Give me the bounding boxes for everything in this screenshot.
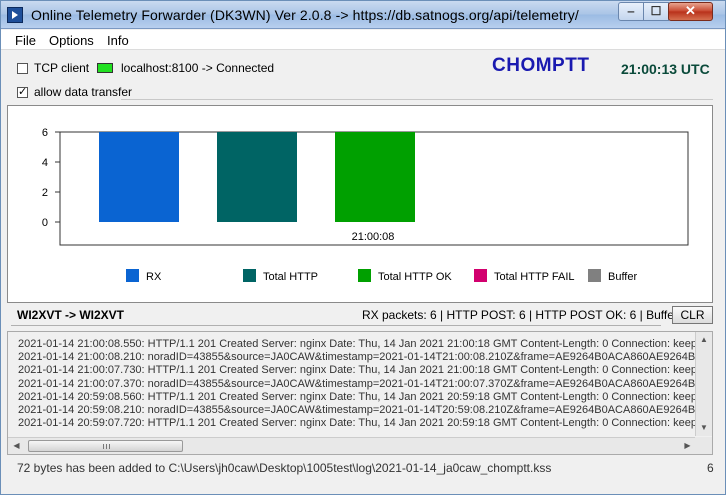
satellite-name: CHOMPTT bbox=[492, 55, 590, 76]
tcp-client-label: TCP client bbox=[34, 61, 90, 75]
menu-options[interactable]: Options bbox=[49, 33, 94, 48]
legend-label: Total HTTP bbox=[263, 271, 318, 283]
allow-transfer-label: allow data transfer bbox=[34, 85, 133, 99]
maximize-icon: ☐ bbox=[650, 4, 662, 18]
status-count: 6 bbox=[707, 461, 714, 475]
packet-counts: RX packets: 6 | HTTP POST: 6 | HTTP POST… bbox=[362, 308, 692, 322]
minimize-button[interactable]: ‒ bbox=[618, 2, 644, 21]
utc-clock: 21:00:13 UTC bbox=[621, 61, 710, 77]
app-window: Online Telemetry Forwarder (DK3WN) Ver 2… bbox=[0, 0, 726, 495]
y-tick-label: 2 bbox=[42, 187, 48, 199]
callsign-route: WI2XVT -> WI2XVT bbox=[17, 308, 125, 322]
clear-button[interactable]: CLR bbox=[672, 306, 713, 324]
log-line: 2021-01-14 21:00:07.730: HTTP/1.1 201 Cr… bbox=[18, 364, 707, 377]
tcp-client-option[interactable]: TCP client bbox=[17, 61, 89, 75]
scroll-corner bbox=[695, 437, 712, 454]
status-message: 72 bytes has been added to C:\Users\jh0c… bbox=[17, 461, 552, 475]
legend-label: Total HTTP OK bbox=[378, 271, 452, 283]
scroll-down-icon[interactable]: ▼ bbox=[696, 420, 712, 436]
horizontal-scroll-thumb[interactable] bbox=[28, 440, 183, 452]
legend-label: RX bbox=[146, 271, 162, 283]
legend-swatch bbox=[243, 269, 256, 282]
title-bar[interactable]: Online Telemetry Forwarder (DK3WN) Ver 2… bbox=[1, 1, 725, 29]
x-tick-label: 21:00:08 bbox=[352, 231, 395, 243]
divider bbox=[121, 99, 713, 100]
log-line: 2021-01-14 21:00:08.550: HTTP/1.1 201 Cr… bbox=[18, 338, 707, 350]
window-title: Online Telemetry Forwarder (DK3WN) Ver 2… bbox=[31, 7, 579, 23]
y-tick-label: 0 bbox=[42, 217, 48, 229]
horizontal-scrollbar[interactable]: ◀ ▶ bbox=[8, 437, 696, 454]
log-line: 2021-01-14 20:59:08.560: HTTP/1.1 201 Cr… bbox=[18, 390, 707, 403]
bar-total-http bbox=[217, 132, 297, 222]
chart-svg: 0 2 4 6 21:00:08 RX Total HTTP Total HTTP OK Tot… bbox=[42, 127, 689, 283]
tcp-client-checkbox[interactable] bbox=[17, 62, 28, 74]
y-tick-label: 6 bbox=[42, 127, 48, 139]
allow-transfer-option[interactable]: allow data transfer bbox=[17, 85, 132, 99]
bar-total-http-ok bbox=[335, 132, 415, 222]
minimize-icon: ‒ bbox=[627, 4, 635, 18]
allow-transfer-checkbox[interactable] bbox=[17, 85, 28, 98]
menu-file[interactable]: File bbox=[15, 33, 36, 48]
log-line: 2021-01-14 20:59:08.210: noradID=43855&s… bbox=[18, 404, 713, 416]
bar-rx bbox=[99, 132, 179, 222]
y-tick-label: 4 bbox=[42, 157, 48, 169]
legend-swatch bbox=[588, 269, 601, 282]
log-panel[interactable]: 2021-01-14 21:00:08.550: HTTP/1.1 201 Cr… bbox=[7, 331, 713, 455]
telemetry-chart: 0 2 4 6 21:00:08 RX Total HTTP Total HTTP OK Tot… bbox=[7, 105, 713, 303]
menu-bar: File Options Info bbox=[1, 30, 725, 50]
close-icon: ✕ bbox=[685, 3, 696, 18]
legend-swatch bbox=[358, 269, 371, 282]
scroll-right-icon[interactable]: ▶ bbox=[679, 438, 696, 454]
close-button[interactable]: ✕ bbox=[668, 2, 713, 21]
legend-label: Total HTTP FAIL bbox=[494, 271, 575, 283]
scroll-up-icon[interactable]: ▲ bbox=[696, 332, 712, 348]
menu-info[interactable]: Info bbox=[107, 33, 129, 48]
log-line: 2021-01-14 21:00:07.370: noradID=43855&s… bbox=[18, 377, 713, 390]
divider bbox=[11, 325, 661, 326]
connection-status-text: localhost:8100 -> Connected bbox=[121, 61, 275, 75]
connection-status: localhost:8100 -> Connected bbox=[97, 61, 274, 75]
grip-icon bbox=[103, 444, 110, 449]
legend-swatch bbox=[474, 269, 487, 282]
connection-led-icon bbox=[97, 63, 113, 73]
status-row: WI2XVT -> WI2XVT RX packets: 6 | HTTP PO… bbox=[7, 306, 713, 324]
log-line: 2021-01-14 20:59:07.720: HTTP/1.1 201 Cr… bbox=[18, 417, 707, 430]
legend-swatch bbox=[126, 269, 139, 282]
scroll-left-icon[interactable]: ◀ bbox=[8, 438, 25, 454]
legend-label: Buffer bbox=[608, 271, 637, 283]
app-icon[interactable] bbox=[7, 7, 23, 23]
log-line: 2021-01-14 21:00:08.210: noradID=43855&s… bbox=[18, 351, 713, 364]
maximize-button[interactable]: ☐ bbox=[643, 2, 669, 21]
vertical-scrollbar[interactable]: ▲ ▼ bbox=[695, 332, 712, 436]
